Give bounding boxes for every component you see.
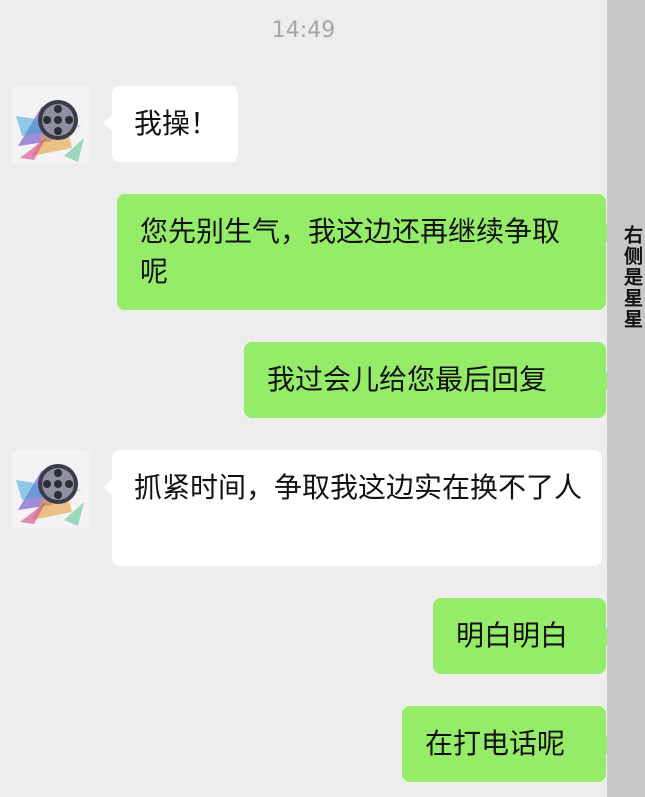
contact-avatar-icon[interactable] (12, 86, 90, 164)
message-timestamp: 14:49 (271, 18, 336, 43)
message-bubble-outgoing[interactable]: 您先别生气，我这边还再继续争取呢 (117, 194, 606, 310)
side-annotation-label: 右侧是星星 (621, 225, 643, 330)
message-bubble-outgoing[interactable]: 明白明白 (433, 598, 606, 674)
message-bubble-outgoing[interactable]: 在打电话呢 (402, 706, 606, 782)
contact-avatar-icon[interactable] (12, 450, 90, 528)
message-text: 我操！ (134, 107, 219, 140)
side-annotation-strip: 右侧是星星 (607, 0, 645, 797)
message-bubble-incoming[interactable]: 我操！ (112, 86, 238, 162)
message-bubble-incoming[interactable]: 抓紧时间，争取我这边实在换不了人 (112, 450, 602, 566)
message-text: 您先别生气，我这边还再继续争取呢 (140, 215, 561, 288)
message-text: 在打电话呢 (425, 727, 566, 760)
message-text: 我过会儿给您最后回复 (267, 363, 548, 396)
message-bubble-outgoing[interactable]: 我过会儿给您最后回复 (244, 342, 606, 418)
message-text: 抓紧时间，争取我这边实在换不了人 (134, 471, 583, 504)
message-text: 明白明白 (456, 619, 569, 652)
chat-screen: 14:49 我操！ 您先别生气，我这边还再继续争取呢 我过会儿给您最后回复 抓紧… (0, 0, 645, 797)
